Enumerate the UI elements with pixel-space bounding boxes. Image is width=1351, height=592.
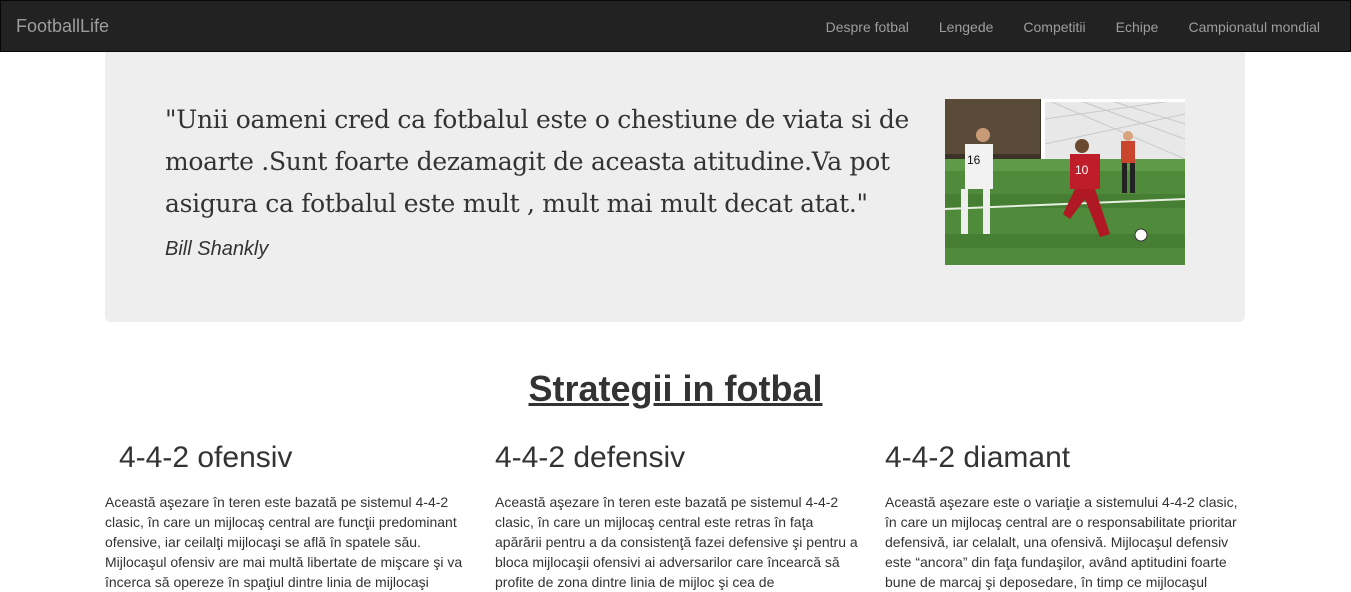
- strategy-column-ofensiv: 4-4-2 ofensiv Această aşezare în teren e…: [105, 440, 470, 592]
- svg-text:16: 16: [967, 153, 981, 167]
- svg-text:10: 10: [1075, 163, 1089, 177]
- nav-link-campionatul-mondial[interactable]: Campionatul mondial: [1173, 2, 1335, 51]
- nav-link-competitii[interactable]: Competitii: [1008, 2, 1100, 51]
- quote-author: Bill Shankly: [165, 238, 269, 260]
- navbar: FootballLife Despre fotbal Lengede Compe…: [0, 0, 1351, 52]
- strategy-text: Această aşezare este o variaţie a sistem…: [885, 494, 1238, 590]
- quote-jumbotron: "Unii oameni cred ca fotbalul este o che…: [105, 52, 1245, 322]
- nav-menu: Despre fotbal Lengede Competitii Echipe …: [811, 1, 1350, 51]
- strategy-column-diamant: 4-4-2 diamant Această aşezare este o var…: [885, 440, 1250, 592]
- strategy-text: Această aşezare în teren este bazată pe …: [105, 494, 463, 590]
- strategy-text: Această aşezare în teren este bazată pe …: [495, 494, 858, 590]
- nav-link-echipe[interactable]: Echipe: [1101, 2, 1174, 51]
- nav-link-lengede[interactable]: Lengede: [924, 2, 1009, 51]
- strategy-title: 4-4-2 defensiv: [495, 441, 686, 474]
- strategy-title: 4-4-2 diamant: [885, 441, 1071, 474]
- football-photo: 16 10: [945, 99, 1185, 265]
- strategy-column-defensiv: 4-4-2 defensiv Această aşezare în teren …: [495, 440, 860, 592]
- brand-logo[interactable]: FootballLife: [16, 16, 109, 36]
- section-title: Strategii in fotbal: [528, 368, 823, 409]
- strategy-title: 4-4-2 ofensiv: [119, 441, 293, 474]
- nav-link-despre-fotbal[interactable]: Despre fotbal: [811, 2, 924, 51]
- quote-text: "Unii oameni cred ca fotbalul este o che…: [165, 105, 910, 218]
